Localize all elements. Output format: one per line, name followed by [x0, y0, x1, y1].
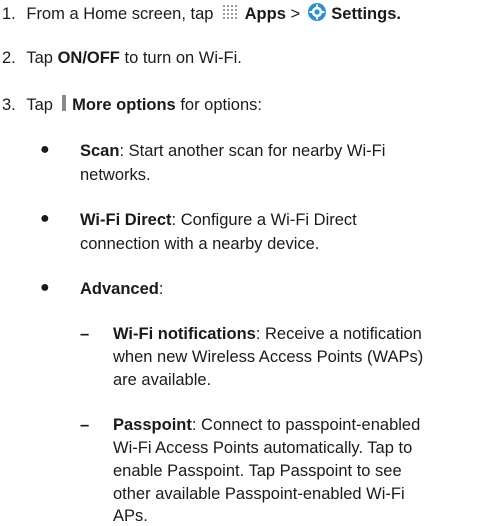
step-1: 1. From a Home screen, tap Apps > Settin…: [2, 2, 401, 27]
settings-label: Settings: [331, 4, 397, 23]
scan-option-line2: networks.: [80, 166, 151, 184]
wifi-notifications-item: Wi-Fi notifications: Receive a notificat…: [113, 325, 422, 343]
wifi-notifications-term: Wi-Fi notifications: [113, 325, 256, 343]
passpoint-line5: APs.: [113, 507, 148, 525]
advanced-term: Advanced: [80, 280, 159, 298]
on-off-label: ON/OFF: [57, 49, 120, 67]
advanced-option: Advanced:: [80, 280, 164, 298]
passpoint-line3: enable Passpoint. Tap Passpoint to see: [113, 462, 402, 480]
step-text-post: for options:: [180, 95, 262, 114]
dash-marker: –: [80, 325, 90, 343]
step-number: 1.: [2, 4, 16, 23]
step-text: Tap: [26, 49, 53, 67]
wifi-direct-term: Wi-Fi Direct: [80, 211, 172, 229]
step-2: 2. Tap ON/OFF to turn on Wi-Fi.: [2, 48, 242, 68]
apps-grid-icon: [222, 4, 240, 25]
passpoint-line2: Wi-Fi Access Points automatically. Tap t…: [113, 439, 413, 457]
step-number: 2.: [2, 49, 16, 67]
passpoint-item: Passpoint: Connect to passpoint-enabled: [113, 416, 421, 434]
settings-gear-icon: [307, 2, 327, 27]
dash-marker: –: [80, 416, 90, 434]
apps-label: Apps: [244, 4, 286, 23]
bullet-icon: ●: [40, 141, 50, 158]
more-options-label: More options: [72, 95, 176, 114]
bullet-icon: ●: [40, 210, 50, 227]
scan-option: Scan: Start another scan for nearby Wi-F…: [80, 142, 386, 160]
bullet-icon: ●: [40, 279, 50, 296]
step-text: From a Home screen, tap: [26, 4, 214, 23]
wifi-notifications-line3: are available.: [113, 371, 212, 389]
wifi-direct-option-line2: connection with a nearby device.: [80, 235, 320, 253]
step-3: 3. Tap More options for options:: [2, 94, 262, 117]
passpoint-line4: other available Passpoint-enabled Wi-Fi: [113, 485, 405, 503]
separator: >: [290, 4, 301, 23]
wifi-notifications-line2: when new Wireless Access Points (WAPs): [113, 348, 424, 366]
passpoint-term: Passpoint: [113, 416, 192, 434]
step-text-post: to turn on Wi-Fi.: [124, 49, 242, 67]
wifi-direct-option: Wi-Fi Direct: Configure a Wi-Fi Direct: [80, 211, 357, 229]
step-text: Tap: [26, 95, 53, 114]
instructions-document: 1. From a Home screen, tap Apps > Settin…: [0, 0, 503, 525]
step-number: 3.: [2, 95, 16, 114]
more-options-icon: [60, 94, 68, 117]
scan-term: Scan: [80, 142, 120, 160]
